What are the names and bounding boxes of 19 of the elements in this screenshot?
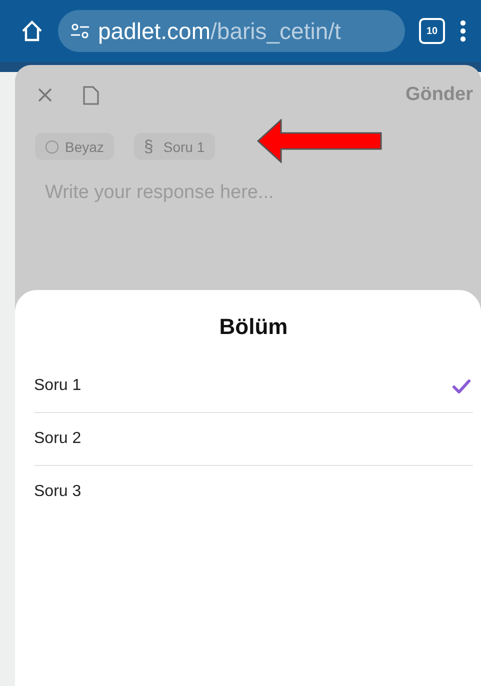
home-icon[interactable]: [20, 19, 44, 43]
chip-label: Soru 1: [163, 138, 205, 154]
chip-label: Beyaz: [65, 138, 104, 154]
more-menu-icon[interactable]: [459, 19, 467, 43]
section-option[interactable]: Soru 2: [34, 413, 473, 466]
sheet-title: Bölüm: [218, 313, 289, 341]
url-field[interactable]: padlet.com/baris_cetin/t: [58, 10, 405, 52]
url-path: /baris_cetin/t: [210, 18, 341, 44]
document-icon[interactable]: [83, 86, 99, 104]
section-option[interactable]: Soru 3: [34, 466, 473, 518]
section-chip[interactable]: § Soru 1: [134, 133, 215, 160]
circle-icon: [45, 140, 59, 154]
site-settings-icon[interactable]: [70, 23, 90, 39]
close-icon[interactable]: [37, 87, 53, 103]
section-sign-icon: §: [144, 136, 154, 156]
color-chip[interactable]: Beyaz: [35, 133, 114, 160]
url-host: padlet.com: [98, 18, 211, 44]
section-option[interactable]: Soru 1: [34, 360, 473, 413]
tab-count-button[interactable]: 10: [419, 18, 445, 44]
